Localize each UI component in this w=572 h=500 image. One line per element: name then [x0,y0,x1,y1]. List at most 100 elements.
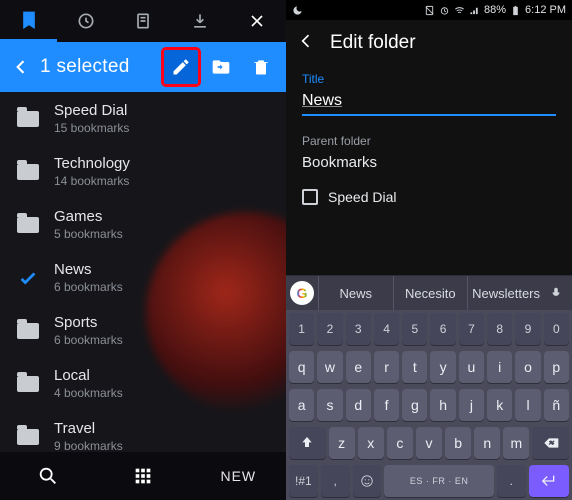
key-d[interactable]: d [346,389,371,421]
bookmarks-pane: 1 selected Speed Dial15 bookmarks Techno… [0,0,286,500]
folder-icon [16,164,40,180]
folder-icon [16,111,40,127]
no-sim-icon [424,5,435,16]
list-item[interactable]: Local4 bookmarks [0,357,286,410]
key-y[interactable]: y [430,351,455,383]
google-icon[interactable]: G [290,281,314,305]
apps-button[interactable] [95,465,190,487]
key-0[interactable]: 0 [544,313,569,345]
selection-toolbar: 1 selected [0,42,286,92]
key-t[interactable]: t [402,351,427,383]
key-u[interactable]: u [459,351,484,383]
folder-icon [16,217,40,233]
tab-bookmarks[interactable] [0,0,57,42]
battery-icon [510,5,521,16]
key-n[interactable]: n [474,427,500,459]
key-q[interactable]: q [289,351,314,383]
keyboard: G News Necesito Newsletters 1234567890 q… [286,275,572,500]
close-panel[interactable] [229,0,286,42]
key-g[interactable]: g [402,389,427,421]
key-2[interactable]: 2 [317,313,342,345]
key-r[interactable]: r [374,351,399,383]
checkbox-icon [302,189,318,205]
key-x[interactable]: x [358,427,384,459]
tab-downloads[interactable] [172,0,229,42]
key-7[interactable]: 7 [459,313,484,345]
key-ñ[interactable]: ñ [544,389,569,421]
selection-back[interactable] [8,57,34,77]
title-input[interactable] [302,90,556,116]
key-4[interactable]: 4 [374,313,399,345]
key-6[interactable]: 6 [430,313,455,345]
key-1[interactable]: 1 [289,313,314,345]
clock-text: 6:12 PM [525,4,566,16]
symbols-key[interactable]: !#1 [289,465,318,497]
list-item[interactable]: Technology14 bookmarks [0,145,286,198]
key-j[interactable]: j [459,389,484,421]
key-3[interactable]: 3 [346,313,371,345]
key-a[interactable]: a [289,389,314,421]
shift-key[interactable] [289,427,326,459]
enter-key[interactable] [529,465,569,497]
list-item[interactable]: Speed Dial15 bookmarks [0,92,286,145]
move-button[interactable] [204,50,238,84]
key-w[interactable]: w [317,351,342,383]
key-f[interactable]: f [374,389,399,421]
key-l[interactable]: l [515,389,540,421]
page-title: Edit folder [330,32,416,54]
moon-icon [292,5,303,16]
title-label: Title [302,72,556,86]
folder-icon [16,323,40,339]
key-c[interactable]: c [387,427,413,459]
period-key[interactable]: . [497,465,526,497]
key-5[interactable]: 5 [402,313,427,345]
parent-folder-value[interactable]: Bookmarks [302,154,556,171]
list-item[interactable]: Travel9 bookmarks [0,410,286,452]
key-o[interactable]: o [515,351,540,383]
battery-text: 88% [484,4,506,16]
key-m[interactable]: m [503,427,529,459]
key-z[interactable]: z [329,427,355,459]
key-s[interactable]: s [317,389,342,421]
suggestion[interactable]: News [318,276,393,310]
tab-history[interactable] [57,0,114,42]
suggestion[interactable]: Necesito [393,276,468,310]
key-e[interactable]: e [346,351,371,383]
key-p[interactable]: p [544,351,569,383]
check-icon [16,267,40,289]
list-item[interactable]: Sports6 bookmarks [0,304,286,357]
space-key[interactable]: ES · FR · EN [384,465,493,497]
edit-form: Title Parent folder Bookmarks Speed Dial [286,66,572,205]
tab-saved-pages[interactable] [114,0,171,42]
list-item-selected[interactable]: News6 bookmarks [0,251,286,304]
folder-icon [16,376,40,392]
suggestion-bar: G News Necesito Newsletters [286,276,572,310]
folder-list[interactable]: Speed Dial15 bookmarks Technology14 book… [0,92,286,452]
bottom-bar: NEW [0,452,286,500]
list-item[interactable]: Games5 bookmarks [0,198,286,251]
signal-icon [469,5,480,16]
key-k[interactable]: k [487,389,512,421]
key-8[interactable]: 8 [487,313,512,345]
alarm-icon [439,5,450,16]
key-i[interactable]: i [487,351,512,383]
parent-label: Parent folder [302,134,556,148]
key-v[interactable]: v [416,427,442,459]
comma-key[interactable]: , [321,465,350,497]
mic-icon[interactable] [544,286,568,300]
edit-button[interactable] [164,50,198,84]
backspace-key[interactable] [532,427,569,459]
key-b[interactable]: b [445,427,471,459]
back-button[interactable] [296,31,316,56]
search-button[interactable] [0,465,95,487]
delete-button[interactable] [244,50,278,84]
top-tabs [0,0,286,42]
speed-dial-checkbox-row[interactable]: Speed Dial [302,189,556,205]
selection-count: 1 selected [40,56,158,78]
key-9[interactable]: 9 [515,313,540,345]
key-h[interactable]: h [430,389,455,421]
edit-header: Edit folder [286,20,572,66]
new-button[interactable]: NEW [191,468,286,484]
suggestion[interactable]: Newsletters [467,276,544,310]
emoji-key[interactable] [353,465,382,497]
